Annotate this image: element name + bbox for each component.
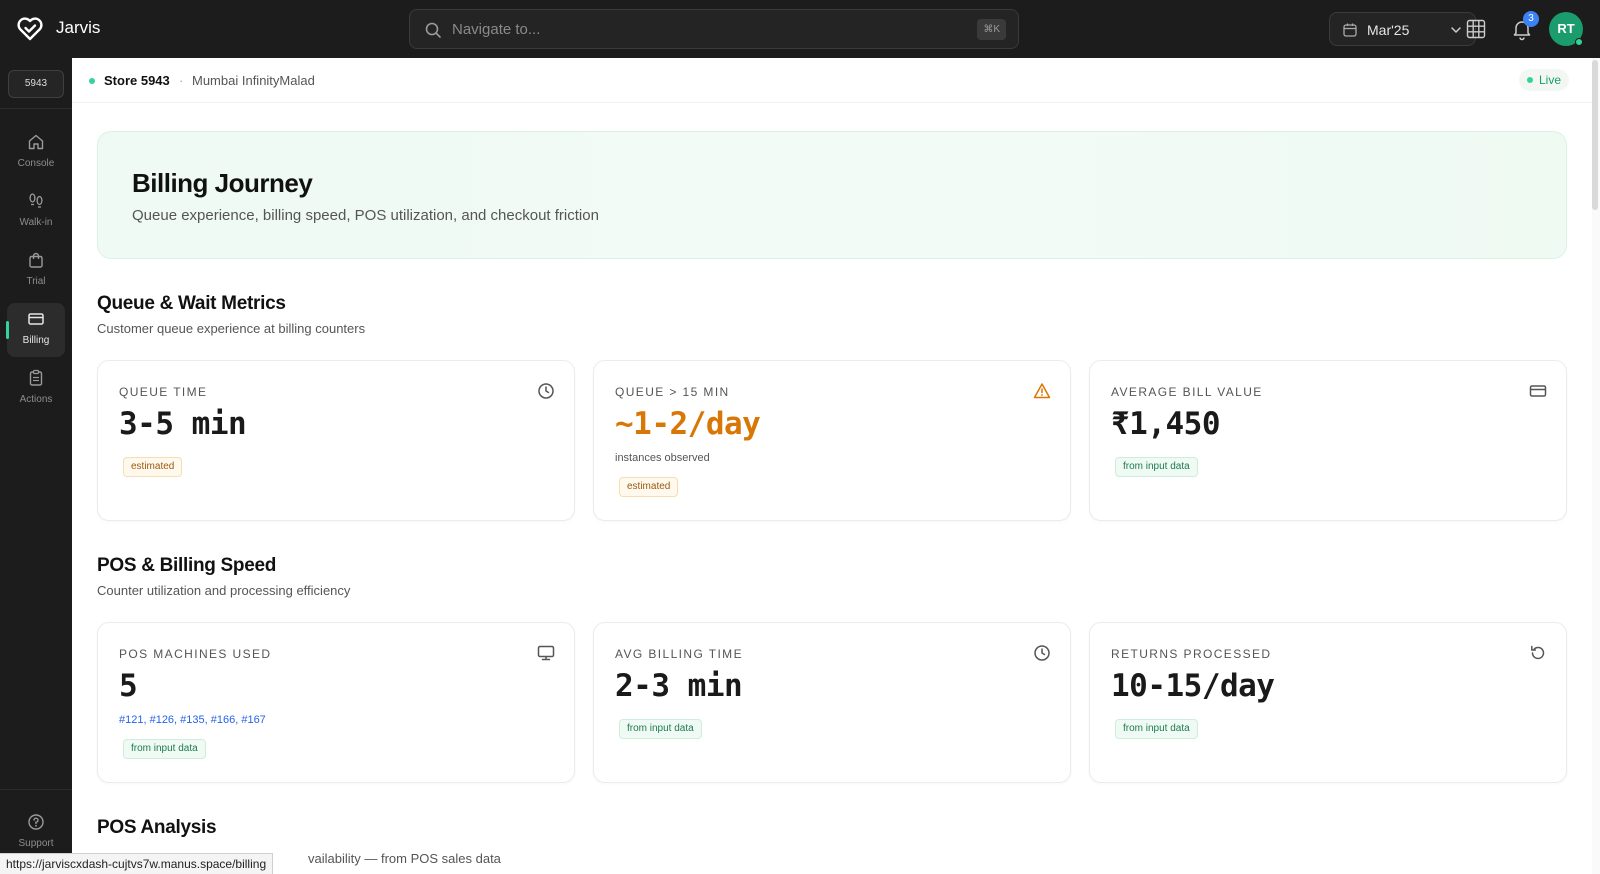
metric-value: ₹1,450: [1111, 406, 1220, 442]
shopping-bag-icon: [29, 252, 43, 268]
metric-label: QUEUE TIME: [119, 385, 208, 399]
top-bar: Jarvis ⌘K Mar'25 3 RT: [0, 0, 1600, 58]
page-subtitle: Queue experience, billing speed, POS uti…: [132, 207, 599, 224]
online-status-dot: [1575, 38, 1583, 46]
metric-label: POS MACHINES USED: [119, 647, 272, 661]
estimated-tag: estimated: [123, 457, 183, 477]
metric-card-queue-time: QUEUE TIME 3-5 min estimated: [97, 360, 575, 521]
metric-label: RETURNS PROCESSED: [1111, 647, 1272, 661]
live-dot: [1527, 77, 1533, 83]
metric-value: 5: [119, 668, 138, 704]
metric-label: AVERAGE BILL VALUE: [1111, 385, 1263, 399]
sidebar: 5943 Console Walk-in Trial Billing Actio…: [0, 58, 72, 874]
metric-value: ~1-2/day: [615, 406, 761, 442]
chevron-down-icon: [1451, 27, 1461, 33]
jarvis-logo-icon: [17, 17, 43, 41]
input-data-tag: from input data: [1115, 719, 1198, 739]
month-selector[interactable]: Mar'25: [1329, 12, 1476, 46]
calendar-icon: [1343, 23, 1357, 37]
metric-card-queue-over-15: QUEUE > 15 MIN ~1-2/day instances observ…: [593, 360, 1071, 521]
clock-icon: [538, 383, 554, 399]
sidebar-item-actions[interactable]: Actions: [7, 362, 65, 416]
store-chip[interactable]: 5943: [8, 70, 64, 98]
month-label: Mar'25: [1367, 22, 1410, 38]
store-name: Store 5943: [104, 73, 170, 88]
sidebar-item-label: Support: [18, 838, 54, 849]
monitor-icon: [537, 645, 555, 661]
sidebar-item-support[interactable]: Support: [7, 806, 65, 860]
sidebar-divider: [0, 108, 72, 109]
sidebar-item-label: Actions: [19, 394, 53, 405]
grid-icon[interactable]: [1465, 18, 1487, 40]
metric-card-returns-processed: RETURNS PROCESSED 10-15/day from input d…: [1089, 622, 1567, 783]
footprints-icon: [29, 193, 43, 208]
notification-badge: 3: [1523, 11, 1539, 27]
credit-card-icon: [28, 313, 44, 325]
home-icon: [28, 134, 44, 150]
store-status-dot: [89, 78, 95, 84]
app-name: Jarvis: [56, 18, 101, 37]
help-circle-icon: [28, 814, 44, 830]
status-url-tooltip: https://jarviscxdash-cujtvs7w.manus.spac…: [0, 853, 274, 874]
metric-label: QUEUE > 15 MIN: [615, 385, 730, 399]
shortcut-hint: ⌘K: [977, 19, 1006, 40]
scrollbar[interactable]: [1592, 58, 1600, 874]
metric-value: 10-15/day: [1111, 668, 1275, 704]
search-bar[interactable]: ⌘K: [409, 9, 1019, 49]
hero-banner: Billing Journey Queue experience, billin…: [97, 131, 1567, 259]
live-label: Live: [1539, 73, 1562, 87]
sidebar-item-label: Console: [17, 158, 55, 169]
section-subtitle: vailability — from POS sales data: [308, 851, 501, 866]
sidebar-item-console[interactable]: Console: [7, 126, 65, 180]
section-subtitle: Counter utilization and processing effic…: [97, 583, 351, 598]
store-separator: ·: [179, 73, 184, 88]
credit-card-icon: [1529, 385, 1547, 397]
section-title: Queue & Wait Metrics: [97, 293, 286, 314]
store-location: Mumbai InfinityMalad: [192, 73, 315, 88]
metric-label: AVG BILLING TIME: [615, 647, 743, 661]
sidebar-item-billing[interactable]: Billing: [6, 303, 65, 357]
page-title: Billing Journey: [132, 168, 313, 198]
pos-machine-links[interactable]: #121, #126, #135, #166, #167: [119, 714, 266, 726]
estimated-tag: estimated: [619, 477, 679, 497]
sidebar-item-trial[interactable]: Trial: [7, 244, 65, 298]
metric-value: 2-3 min: [615, 668, 743, 704]
alert-triangle-icon: [1033, 383, 1051, 399]
main-content: Store 5943 · Mumbai InfinityMalad Live B…: [72, 58, 1600, 874]
scrollbar-thumb[interactable]: [1592, 60, 1598, 210]
refresh-icon: [1531, 645, 1545, 660]
sidebar-item-label: Trial: [26, 276, 46, 287]
input-data-tag: from input data: [1115, 457, 1198, 477]
store-bar: Store 5943 · Mumbai InfinityMalad Live: [72, 58, 1592, 103]
sidebar-item-walk-in[interactable]: Walk-in: [7, 185, 65, 239]
sidebar-divider: [0, 789, 72, 790]
search-input[interactable]: [452, 10, 952, 48]
clock-icon: [1034, 645, 1050, 661]
search-icon: [425, 22, 441, 38]
section-title: POS Analysis: [97, 817, 217, 838]
metric-card-average-bill: AVERAGE BILL VALUE ₹1,450 from input dat…: [1089, 360, 1567, 521]
sidebar-item-label: Walk-in: [19, 217, 53, 228]
section-subtitle: Customer queue experience at billing cou…: [97, 321, 366, 336]
metric-value: 3-5 min: [119, 406, 247, 442]
brand[interactable]: Jarvis: [16, 14, 100, 42]
clipboard-icon: [29, 369, 43, 386]
sidebar-item-label: Billing: [22, 335, 50, 346]
section-title: POS & Billing Speed: [97, 555, 277, 576]
metric-card-avg-billing-time: AVG BILLING TIME 2-3 min from input data: [593, 622, 1071, 783]
input-data-tag: from input data: [123, 739, 206, 759]
live-badge: Live: [1519, 69, 1570, 91]
metric-card-pos-machines: POS MACHINES USED 5 #121, #126, #135, #1…: [97, 622, 575, 783]
metric-note: instances observed: [615, 452, 710, 464]
input-data-tag: from input data: [619, 719, 702, 739]
